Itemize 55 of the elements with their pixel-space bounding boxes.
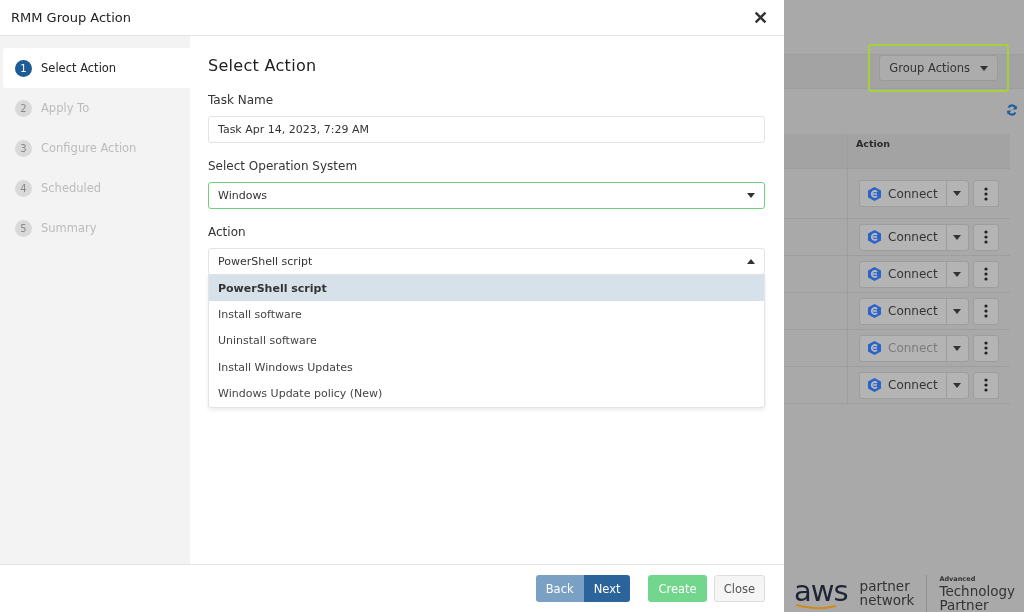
dropdown-option[interactable]: Install software — [209, 301, 764, 328]
more-icon — [983, 378, 988, 392]
step-number: 5 — [15, 219, 32, 237]
hexagon-logo-icon — [868, 230, 881, 244]
close-button[interactable]: Close — [713, 575, 765, 602]
more-icon — [983, 267, 988, 281]
column-header: Action — [855, 137, 891, 151]
more-icon — [983, 304, 988, 318]
step-item[interactable]: 1 Select Action — [3, 48, 190, 88]
caret-icon — [953, 191, 962, 196]
caret-icon — [747, 259, 755, 264]
more-icon — [983, 230, 988, 244]
hexagon-logo-icon — [868, 186, 881, 201]
input-field[interactable]: Task Apr 14, 2023, 7:29 AM — [208, 116, 765, 143]
caret-icon — [953, 234, 962, 240]
field-label: Select Operation System — [208, 159, 359, 173]
caret-icon — [953, 345, 962, 351]
section-heading: Select Action — [208, 56, 318, 75]
more-icon — [983, 186, 988, 201]
logo-text: network — [859, 593, 915, 607]
hexagon-logo-icon — [868, 267, 881, 281]
caret-icon — [953, 308, 962, 314]
caret-icon — [747, 193, 755, 198]
step-number: 1 — [15, 59, 32, 77]
next-button[interactable]: Next — [583, 575, 631, 602]
step-number: 3 — [15, 139, 32, 157]
close-button[interactable]: ✕ — [753, 8, 768, 27]
dropdown-option[interactable]: PowerShell script — [209, 275, 764, 302]
logo-text: partner — [859, 579, 910, 593]
refresh-icon[interactable] — [1006, 104, 1018, 116]
more-icon — [983, 341, 988, 355]
logo-text: Technology — [939, 584, 1016, 598]
modal-title: RMM Group Action — [11, 10, 132, 25]
step-label: Select Action — [41, 61, 117, 75]
dropdown-option[interactable]: Windows Update policy (New) — [209, 380, 764, 407]
dropdown-field[interactable]: Windows — [208, 182, 765, 209]
caret-icon — [953, 271, 962, 277]
dropdown-option[interactable]: Install Windows Updates — [209, 354, 764, 381]
step-number: 2 — [15, 99, 32, 117]
brand-text: aws — [794, 576, 848, 606]
step-number: 4 — [15, 179, 32, 197]
step-label: Apply To — [41, 101, 90, 115]
logo-text: Partner — [939, 598, 989, 612]
field-label: Task Name — [208, 93, 275, 107]
dropdown-option[interactable]: Uninstall software — [209, 327, 764, 355]
hexagon-logo-icon — [868, 304, 881, 318]
hexagon-logo-icon — [868, 341, 881, 355]
hexagon-logo-icon — [868, 378, 881, 392]
step-label: Scheduled — [41, 181, 102, 195]
step-label: Summary — [41, 221, 97, 235]
field-label: Action — [208, 225, 247, 239]
step-label: Configure Action — [41, 141, 137, 155]
caret-icon — [953, 382, 962, 388]
group-actions-button[interactable]: Group Actions — [879, 55, 998, 81]
caret-icon — [980, 65, 988, 71]
